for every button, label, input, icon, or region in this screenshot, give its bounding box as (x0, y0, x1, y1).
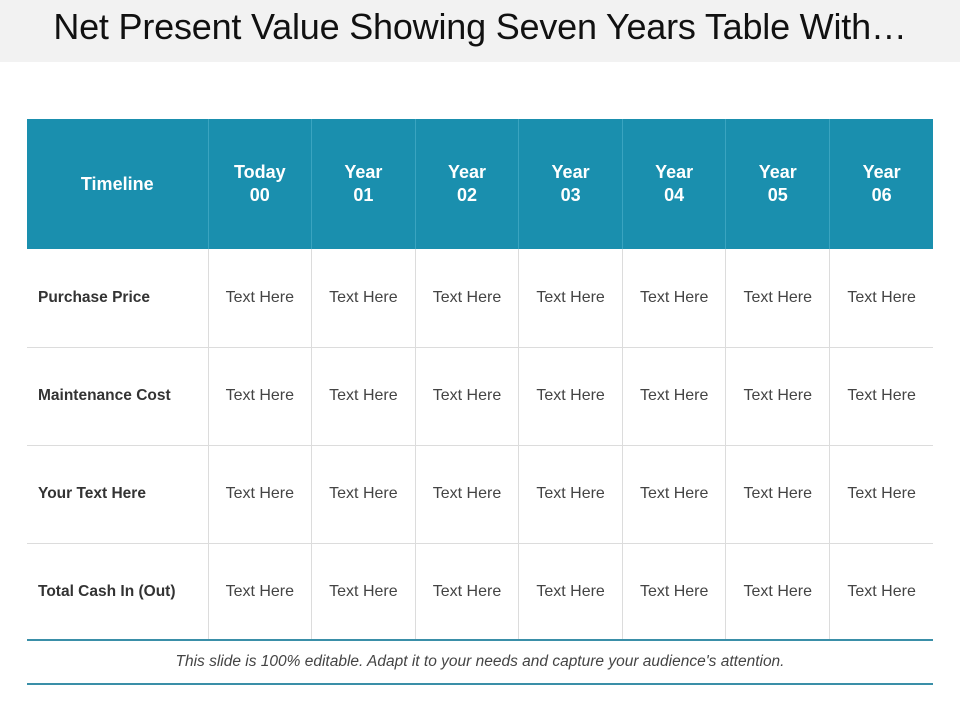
table-cell: Text Here (414, 542, 519, 641)
header-line1: Year (344, 162, 383, 182)
header-line1: Today (233, 162, 286, 182)
header-line2: 04 (664, 185, 685, 205)
table-cell: Text Here (414, 444, 519, 543)
table-cell: Text Here (414, 346, 519, 445)
header-year-04: Year 04 (621, 119, 726, 249)
table-cell: Text Here (518, 346, 623, 445)
table-cell: Text Here (725, 444, 830, 543)
header-line1: Year (758, 162, 797, 182)
header-timeline: Timeline (80, 173, 154, 194)
row-label: Maintenance Cost (27, 346, 208, 445)
table-cell: Text Here (414, 249, 519, 347)
header-year-06: Year 06 (829, 119, 934, 249)
table-cell: Text Here (829, 444, 934, 543)
header-year-03: Year 03 (518, 119, 623, 249)
table-cell: Text Here (725, 249, 830, 347)
header-row: Timeline Today 00 Year 01 Year 02 Year 03 Ye… (27, 119, 934, 249)
table-row-purchase-price: Purchase Price Text Here Text Here Text … (27, 249, 934, 347)
table-cell: Text Here (311, 249, 416, 347)
header-line2: 01 (353, 185, 374, 205)
header-line2: 02 (456, 185, 477, 205)
header-line1: Year (862, 162, 901, 182)
row-label: Total Cash In (Out) (27, 542, 208, 641)
row-label: Purchase Price (38, 288, 151, 306)
slide-title: Net Present Value Showing Seven Years Ta… (53, 6, 907, 47)
table-cell: Text Here (518, 444, 623, 543)
header-year-01: Year 01 (311, 119, 416, 249)
header-line2: 00 (249, 185, 270, 205)
table-cell: Text Here (518, 542, 623, 641)
row-label: Your Text Here (27, 444, 208, 543)
table-row-total-cash: Total Cash In (Out) Text Here Text Here … (27, 542, 934, 641)
table-cell: Text Here (829, 542, 934, 641)
table-row-maintenance-cost: Maintenance Cost Text Here Text Here Tex… (27, 346, 934, 445)
caption-rule-top (27, 639, 933, 641)
table-cell: Text Here (207, 249, 312, 347)
table-cell: Text Here (621, 249, 726, 347)
table-cell: Text Here (207, 542, 312, 641)
table-cell: Text Here (829, 249, 934, 347)
caption-rule-bottom (27, 683, 933, 685)
table-cell: Text Here (207, 346, 312, 445)
header-line2: 03 (560, 185, 581, 205)
header-today-00: Today 00 (207, 119, 312, 249)
table-cell: Text Here (621, 346, 726, 445)
header-line2: 06 (871, 185, 892, 205)
table-cell: Text Here (311, 346, 416, 445)
header-year-02: Year 02 (414, 119, 519, 249)
editable-caption: This slide is 100% editable. Adapt it to… (175, 653, 785, 670)
npv-table: Timeline Today 00 Year 01 Year 02 Year 03 Ye… (27, 119, 934, 641)
header-line1: Year (655, 162, 694, 182)
table-row-your-text-here: Your Text Here Text Here Text Here Text … (27, 444, 934, 543)
header-line2: 05 (767, 185, 788, 205)
header-line1: Year (551, 162, 590, 182)
table-cell: Text Here (621, 542, 726, 641)
table-cell: Text Here (725, 346, 830, 445)
table-cell: Text Here (311, 444, 416, 543)
header-year-05: Year 05 (725, 119, 830, 249)
table-cell: Text Here (518, 249, 623, 347)
table-cell: Text Here (725, 542, 830, 641)
table-cell: Text Here (311, 542, 416, 641)
table-cell: Text Here (621, 444, 726, 543)
header-line1: Year (447, 162, 486, 182)
table-cell: Text Here (829, 346, 934, 445)
table-cell: Text Here (207, 444, 312, 543)
title-bar: Net Present Value Showing Seven Years Ta… (0, 0, 960, 62)
